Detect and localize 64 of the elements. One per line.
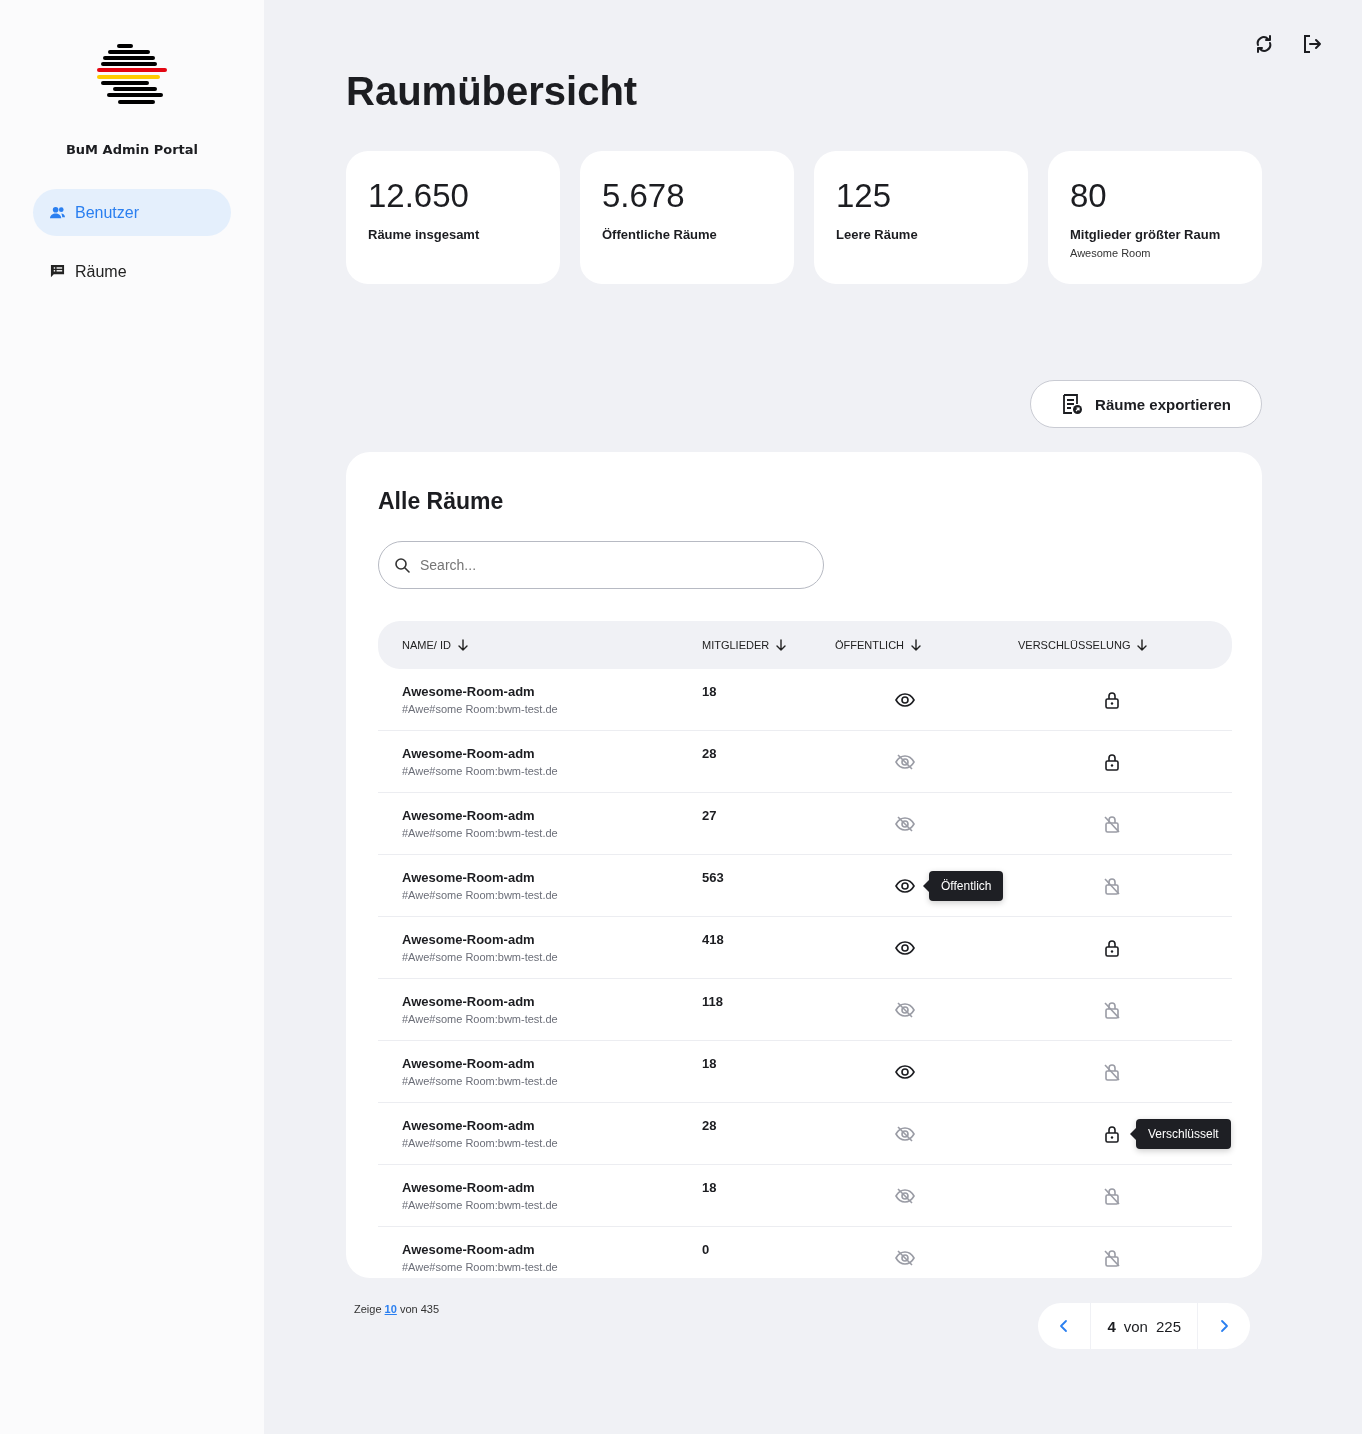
search-icon xyxy=(394,557,410,573)
room-name: Awesome-Room-adm xyxy=(402,808,536,823)
page-title: Raumübersicht xyxy=(346,68,639,114)
room-id: #Awe#some Room:bwm-test.de xyxy=(402,889,559,901)
tooltip-arrow xyxy=(923,879,929,892)
member-count: 28 xyxy=(702,745,718,763)
member-count: 18 xyxy=(702,1179,718,1197)
stat-label: Mitglieder größter Raum xyxy=(1070,227,1222,242)
stat-value: 80 xyxy=(1070,177,1108,215)
member-count: 418 xyxy=(702,931,725,949)
room-id: #Awe#some Room:bwm-test.de xyxy=(402,1199,559,1211)
room-name: Awesome-Room-adm xyxy=(402,684,536,699)
current-page: 4 xyxy=(1107,1317,1116,1335)
member-count: 118 xyxy=(702,993,724,1011)
page-size-link[interactable]: 10 xyxy=(384,1303,397,1315)
stat-value: 12.650 xyxy=(368,177,470,215)
room-name: Awesome-Room-adm xyxy=(402,1180,536,1195)
sort-arrow-icon[interactable] xyxy=(910,639,923,651)
room-id: #Awe#some Room:bwm-test.de xyxy=(402,827,559,839)
room-id: #Awe#some Room:bwm-test.de xyxy=(402,1137,559,1149)
results-summary: Zeige 10 von 435 xyxy=(354,1303,440,1315)
column-header[interactable]: VERSCHLÜSSELUNG xyxy=(1018,639,1131,651)
column-header[interactable]: NAME/ ID xyxy=(402,639,451,651)
stat-detail: Awesome Room xyxy=(1070,247,1152,259)
nav-item[interactable]: Räume xyxy=(33,248,231,295)
room-name: Awesome-Room-adm xyxy=(402,870,536,885)
member-count: 27 xyxy=(702,807,718,825)
room-id: #Awe#some Room:bwm-test.de xyxy=(402,1261,559,1273)
room-id: #Awe#some Room:bwm-test.de xyxy=(402,703,559,715)
search-field[interactable]: Search... xyxy=(378,541,824,589)
list-icon xyxy=(50,264,65,279)
room-name: Awesome-Room-adm xyxy=(402,1118,536,1133)
tooltip-arrow xyxy=(1130,1127,1136,1140)
stat-label: Öffentliche Räume xyxy=(602,227,718,242)
stat-value: 5.678 xyxy=(602,177,686,215)
column-header[interactable]: ÖFFENTLICH xyxy=(835,639,905,651)
room-name: Awesome-Room-adm xyxy=(402,994,536,1009)
column-header[interactable]: MITGLIEDER xyxy=(702,639,770,651)
stat-value: 125 xyxy=(836,177,893,215)
member-count: 563 xyxy=(702,869,725,887)
member-count: 18 xyxy=(702,1055,718,1073)
sort-arrow-icon[interactable] xyxy=(775,639,788,651)
sort-arrow-icon[interactable] xyxy=(1136,639,1149,651)
stat-label: Leere Räume xyxy=(836,227,919,242)
room-id: #Awe#some Room:bwm-test.de xyxy=(402,765,559,777)
room-id: #Awe#some Room:bwm-test.de xyxy=(402,1013,559,1025)
member-count: 18 xyxy=(702,683,718,701)
room-name: Awesome-Room-adm xyxy=(402,1242,536,1257)
total-pages: 225 xyxy=(1155,1317,1181,1335)
brand-name: BuM Admin Portal xyxy=(65,142,199,157)
export-button[interactable]: Räume exportieren xyxy=(1030,380,1262,428)
member-count: 0 xyxy=(702,1241,711,1259)
room-name: Awesome-Room-adm xyxy=(402,1056,536,1071)
room-id: #Awe#some Room:bwm-test.de xyxy=(402,1075,559,1087)
room-name: Awesome-Room-adm xyxy=(402,932,536,947)
room-id: #Awe#some Room:bwm-test.de xyxy=(402,951,559,963)
stat-label: Räume insgesamt xyxy=(368,227,481,242)
page-of-label: von xyxy=(1123,1317,1148,1335)
document-export-icon xyxy=(1061,393,1084,415)
sort-arrow-icon[interactable] xyxy=(456,639,469,651)
member-count: 28 xyxy=(702,1117,718,1135)
users-icon xyxy=(50,205,65,220)
table-title: Alle Räume xyxy=(378,487,505,516)
room-name: Awesome-Room-adm xyxy=(402,746,536,761)
